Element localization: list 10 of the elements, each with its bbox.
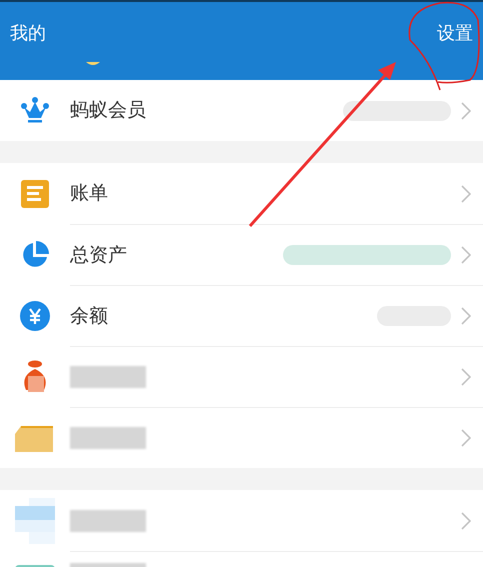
page-title: 我的 [10,22,46,46]
settings-button[interactable]: 设置 [437,20,473,47]
menu-item[interactable]: 蚂蚁会员 [0,80,483,141]
menu-item[interactable]: 余额 [0,285,483,346]
menu-item[interactable]: 总资产 [0,224,483,285]
item-label: 账单 [70,181,109,206]
item-label: 余额 [70,304,109,329]
item-label: 总资产 [70,242,128,268]
item-label: 蚂蚁会员 [70,98,147,124]
menu-item[interactable]: 账单 [0,163,483,224]
